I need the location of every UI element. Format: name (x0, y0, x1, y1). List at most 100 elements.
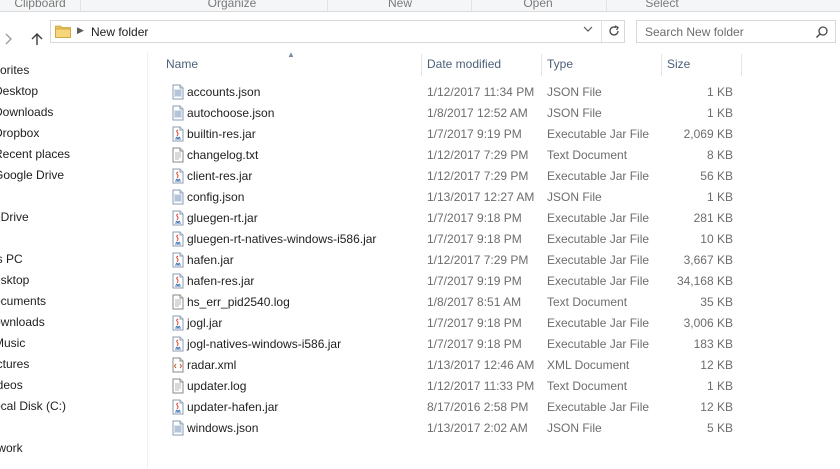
file-row[interactable]: gluegen-rt.jar 1/7/2017 9:18 PM Executable… (160, 208, 840, 229)
refresh-icon (608, 25, 619, 36)
nav-item-music[interactable]: Music (0, 333, 25, 353)
file-name: hs_err_pid2540.log (187, 295, 290, 309)
nav-item-pictures[interactable]: ictures (0, 354, 29, 374)
nav-item-network[interactable]: twork (0, 438, 23, 458)
column-header-size[interactable]: Size (667, 52, 690, 76)
column-header-date-modified[interactable]: Date modified (427, 52, 501, 76)
breadcrumb-separator-icon[interactable]: ▶ (77, 25, 84, 36)
file-type: XML Document (547, 358, 630, 372)
nav-item-google-drive[interactable]: Google Drive (0, 165, 64, 185)
file-date-modified: 1/12/2017 7:29 PM (427, 148, 529, 162)
file-row[interactable]: updater.log 1/12/2017 11:33 PM Text Docume… (160, 376, 840, 397)
address-history-dropdown[interactable] (583, 24, 593, 37)
file-date-modified: 1/13/2017 12:46 AM (427, 358, 535, 372)
file-size: 8 KB (706, 148, 733, 162)
nav-item-documents[interactable]: ocuments (0, 291, 46, 311)
file-type: Executable Jar File (547, 400, 650, 414)
file-size: 56 KB (700, 169, 733, 183)
file-row[interactable]: jogl-natives-windows-i586.jar 1/7/2017 9:… (160, 334, 840, 355)
file-name: builtin-res.jar (187, 127, 256, 141)
nav-item-dropbox[interactable]: Dropbox (0, 123, 39, 143)
ribbon-group-new: New (387, 0, 412, 10)
forward-button[interactable] (4, 32, 18, 46)
json-file-icon (170, 105, 186, 121)
file-date-modified: 1/8/2017 8:51 AM (427, 295, 522, 309)
file-date-modified: 1/12/2017 7:29 PM (427, 253, 529, 267)
file-name: windows.json (187, 421, 259, 435)
file-type: Executable Jar File (547, 274, 650, 288)
file-row[interactable]: radar.xml 1/13/2017 12:46 AM XML Document 1… (160, 355, 840, 376)
search-icon[interactable] (815, 25, 829, 39)
file-size: 12 KB (700, 400, 733, 414)
search-box (636, 20, 836, 43)
file-type: Executable Jar File (547, 211, 650, 225)
jar-file-icon (170, 273, 186, 289)
nav-item-pc-desktop[interactable]: esktop (0, 270, 29, 290)
file-type: JSON File (547, 421, 602, 435)
file-type: Text Document (547, 148, 628, 162)
file-name: updater.log (187, 379, 247, 393)
nav-item-local-disk[interactable]: ocal Disk (C:) (0, 396, 66, 416)
file-row[interactable]: gluegen-rt-natives-windows-i586.jar 1/7/2… (160, 229, 840, 250)
nav-item-favorites[interactable]: vorites (0, 60, 29, 80)
file-row[interactable]: hafen.jar 1/12/2017 7:29 PM Executable Jar… (160, 250, 840, 271)
file-row[interactable]: config.json 1/13/2017 12:27 AM JSON File 1 … (160, 187, 840, 208)
file-date-modified: 1/13/2017 12:27 AM (427, 190, 535, 204)
file-row[interactable]: accounts.json 1/12/2017 11:34 PM JSON File… (160, 82, 840, 103)
file-type: Text Document (547, 295, 628, 309)
column-resize-handle[interactable] (661, 54, 662, 76)
file-row[interactable]: windows.json 1/13/2017 2:02 AM JSON File 5 … (160, 418, 840, 439)
file-row[interactable]: autochoose.json 1/8/2017 12:52 AM JSON Fil… (160, 103, 840, 124)
address-bar[interactable]: ▶ New folder (50, 20, 625, 43)
file-row[interactable]: changelog.txt 1/12/2017 7:29 PM Text Docum… (160, 145, 840, 166)
file-name: changelog.txt (187, 148, 259, 162)
nav-item-onedrive[interactable]: eDrive (0, 207, 29, 227)
text-file-icon (170, 294, 186, 310)
file-size: 12 KB (700, 358, 733, 372)
file-name: jogl-natives-windows-i586.jar (187, 337, 342, 351)
jar-file-icon (170, 168, 186, 184)
column-header-type[interactable]: Type (547, 52, 573, 76)
column-resize-handle[interactable] (541, 54, 542, 76)
file-type: JSON File (547, 106, 602, 120)
file-date-modified: 8/17/2016 2:58 PM (427, 400, 529, 414)
nav-item-videos[interactable]: ideos (0, 375, 23, 395)
nav-item-downloads[interactable]: Downloads (0, 102, 53, 122)
nav-item-this-pc[interactable]: is PC (0, 249, 23, 269)
ribbon-group-labels: Clipboard Organize New Open Select (0, 0, 840, 12)
file-name: client-res.jar (187, 169, 253, 183)
ribbon-divider (327, 0, 328, 11)
json-file-icon (170, 189, 186, 205)
column-resize-handle[interactable] (421, 54, 422, 76)
file-size: 5 KB (706, 421, 733, 435)
file-type: Executable Jar File (547, 169, 650, 183)
nav-item-recent-places[interactable]: Recent places (0, 144, 70, 164)
ribbon-divider (606, 0, 607, 11)
nav-item-desktop[interactable]: Desktop (0, 81, 38, 101)
file-row[interactable]: jogl.jar 1/7/2017 9:18 PM Executable Jar F… (160, 313, 840, 334)
file-row[interactable]: builtin-res.jar 1/7/2017 9:19 PM Executabl… (160, 124, 840, 145)
chevron-down-icon (583, 26, 593, 32)
up-button[interactable] (30, 32, 44, 46)
file-date-modified: 1/8/2017 12:52 AM (427, 106, 528, 120)
navigation-pane: vorites Desktop Downloads Dropbox Recent… (0, 52, 148, 469)
file-row[interactable]: hs_err_pid2540.log 1/8/2017 8:51 AM Text D… (160, 292, 840, 313)
file-name: autochoose.json (187, 106, 275, 120)
breadcrumb-current-folder[interactable]: New folder (91, 25, 148, 39)
ribbon-group-open: Open (523, 0, 553, 10)
file-row[interactable]: hafen-res.jar 1/7/2017 9:19 PM Executable … (160, 271, 840, 292)
folder-icon (55, 25, 71, 38)
text-file-icon (170, 378, 186, 394)
jar-file-icon (170, 336, 186, 352)
column-resize-handle[interactable] (741, 54, 742, 76)
xml-file-icon (170, 357, 186, 373)
column-header-name[interactable]: Name (166, 52, 198, 76)
refresh-button[interactable] (601, 21, 625, 42)
file-date-modified: 1/7/2017 9:18 PM (427, 211, 522, 225)
search-input[interactable] (637, 21, 809, 42)
file-row[interactable]: client-res.jar 1/12/2017 7:29 PM Executabl… (160, 166, 840, 187)
file-date-modified: 1/12/2017 11:34 PM (427, 85, 535, 99)
nav-item-pc-downloads[interactable]: ownloads (0, 312, 45, 332)
file-size: 1 KB (706, 379, 733, 393)
file-row[interactable]: updater-hafen.jar 8/17/2016 2:58 PM Execut… (160, 397, 840, 418)
